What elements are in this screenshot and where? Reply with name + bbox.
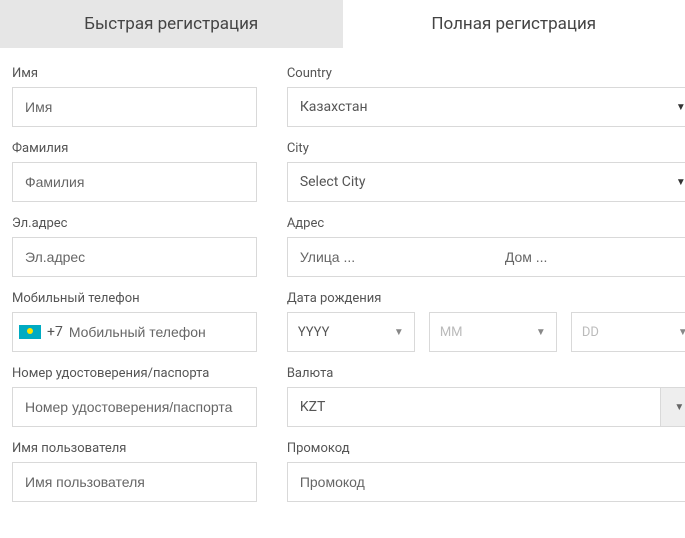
- tab-full-registration[interactable]: Полная регистрация: [343, 0, 685, 48]
- registration-tabs: Быстрая регистрация Полная регистрация: [0, 0, 685, 48]
- mobile-label: Мобильный телефон: [12, 291, 257, 306]
- address-label: Адрес: [287, 216, 685, 231]
- left-column: Имя Фамилия Эл.адрес Мобильный телефон +…: [12, 66, 257, 516]
- name-input[interactable]: [12, 87, 257, 127]
- dob-label: Дата рождения: [287, 291, 685, 306]
- right-column: Country Казахстан ▼ City Select City ▼ А…: [287, 66, 685, 516]
- tab-quick-registration[interactable]: Быстрая регистрация: [0, 0, 343, 48]
- phone-prefix: +7: [47, 324, 63, 340]
- chevron-down-icon: ▼: [678, 327, 685, 338]
- username-label: Имя пользователя: [12, 441, 257, 456]
- promo-label: Промокод: [287, 441, 685, 456]
- mobile-input-group: +7: [12, 312, 257, 352]
- house-input[interactable]: [493, 238, 685, 276]
- country-value: Казахстан: [300, 99, 368, 115]
- passport-label: Номер удостоверения/паспорта: [12, 366, 257, 381]
- dob-input-group: YYYY ▼ MM ▼ DD ▼: [287, 312, 685, 352]
- name-label: Имя: [12, 66, 257, 81]
- mobile-input[interactable]: [69, 313, 250, 351]
- country-label: Country: [287, 66, 685, 81]
- street-input[interactable]: [288, 238, 493, 276]
- year-value: YYYY: [298, 325, 330, 340]
- flag-icon[interactable]: [19, 325, 41, 339]
- month-value: MM: [440, 325, 463, 340]
- surname-input[interactable]: [12, 162, 257, 202]
- promo-input[interactable]: [287, 462, 685, 502]
- email-input[interactable]: [12, 237, 257, 277]
- surname-label: Фамилия: [12, 141, 257, 156]
- chevron-down-icon[interactable]: ▼: [660, 388, 685, 426]
- chevron-down-icon: ▼: [676, 177, 685, 188]
- currency-select[interactable]: KZT ▼: [287, 387, 685, 427]
- currency-label: Валюта: [287, 366, 685, 381]
- month-select[interactable]: MM ▼: [429, 312, 557, 352]
- address-input-group: [287, 237, 685, 277]
- chevron-down-icon: ▼: [676, 102, 685, 113]
- passport-input[interactable]: [12, 387, 257, 427]
- registration-form: Имя Фамилия Эл.адрес Мобильный телефон +…: [0, 48, 685, 516]
- day-select[interactable]: DD ▼: [571, 312, 685, 352]
- day-value: DD: [582, 325, 599, 340]
- city-label: City: [287, 141, 685, 156]
- chevron-down-icon: ▼: [394, 327, 404, 338]
- city-value: Select City: [300, 174, 366, 190]
- year-select[interactable]: YYYY ▼: [287, 312, 415, 352]
- username-input[interactable]: [12, 462, 257, 502]
- city-select[interactable]: Select City ▼: [287, 162, 685, 202]
- currency-value: KZT: [288, 388, 660, 426]
- email-label: Эл.адрес: [12, 216, 257, 231]
- country-select[interactable]: Казахстан ▼: [287, 87, 685, 127]
- chevron-down-icon: ▼: [536, 327, 546, 338]
